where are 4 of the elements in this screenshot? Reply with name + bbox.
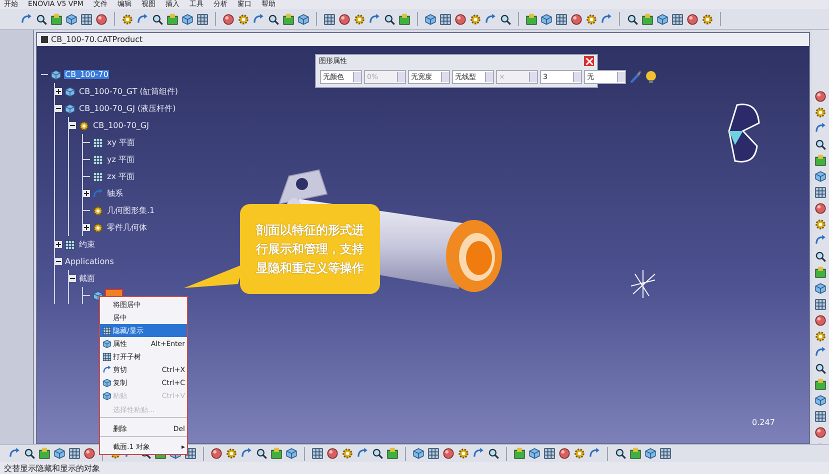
window-title: CB_100-70.CATProduct [51, 35, 143, 44]
callout-text: 剖面以特征的形式进行展示和管理，支持显隐和重定义等操作 [254, 222, 365, 276]
status-text: 交替显示隐藏和显示的对象 [4, 462, 100, 474]
scale-label: 0.247 [752, 418, 775, 427]
